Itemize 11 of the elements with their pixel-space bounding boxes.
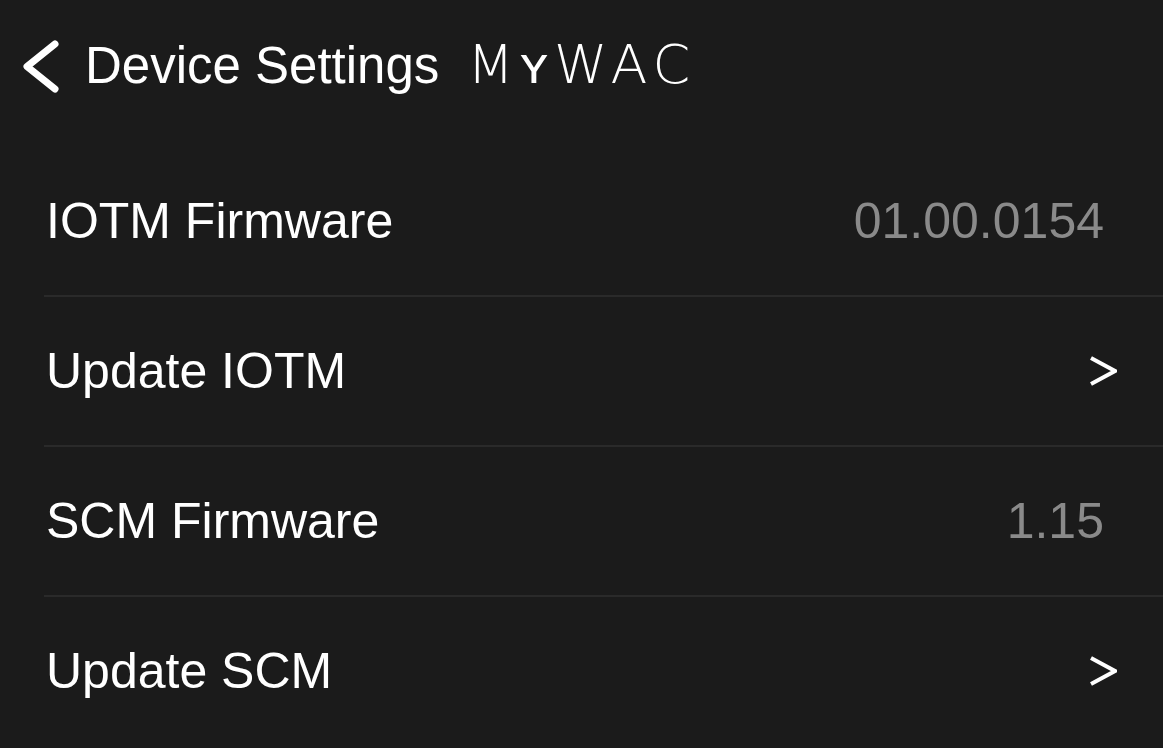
chevron-right-icon[interactable] — [1089, 656, 1117, 686]
chevron-right-icon[interactable] — [1089, 356, 1117, 386]
setting-label: SCM Firmware — [46, 492, 380, 551]
logo: MʏWAC — [467, 36, 697, 94]
back-button[interactable]: Device Settings — [20, 36, 442, 96]
chevron-left-icon — [22, 39, 60, 93]
setting-value: 1.15 — [1006, 492, 1104, 551]
setting-value: 01.00.0154 — [853, 192, 1104, 251]
setting-label: Update IOTM — [46, 342, 347, 401]
setting-label: IOTM Firmware — [46, 192, 394, 251]
setting-label: Update SCM — [46, 642, 333, 701]
